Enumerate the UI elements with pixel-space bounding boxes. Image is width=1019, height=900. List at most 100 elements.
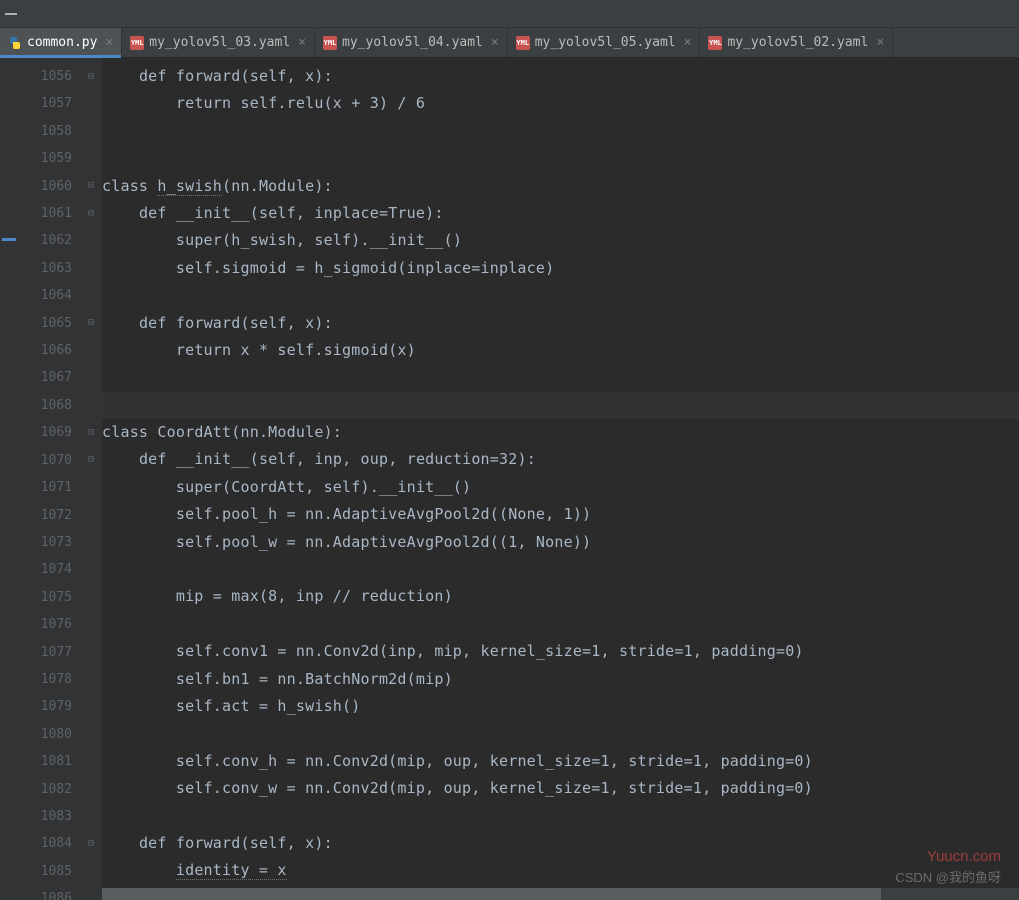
tab-my_yolov5l_05-yaml[interactable]: YML my_yolov5l_05.yaml × (508, 28, 701, 57)
top-toolbar (0, 0, 1019, 28)
fold-toggle-icon[interactable]: ⊟ (86, 181, 96, 191)
line-number-gutter[interactable]: 1056105710581059106010611062106310641065… (22, 58, 82, 900)
line-number: 1064 (22, 282, 72, 309)
close-icon[interactable]: × (684, 35, 692, 50)
tab-my_yolov5l_02-yaml[interactable]: YML my_yolov5l_02.yaml × (700, 28, 893, 57)
code-line[interactable]: def forward(self, x): (102, 830, 1019, 857)
tab-bar: common.py × YML my_yolov5l_03.yaml × YML my_yo… (0, 28, 1019, 58)
line-number: 1085 (22, 858, 72, 885)
fold-toggle-icon[interactable]: ⊟ (86, 427, 96, 437)
fold-toggle-icon[interactable]: ⊟ (86, 838, 96, 848)
line-number: 1074 (22, 556, 72, 583)
line-number: 1060 (22, 173, 72, 200)
line-number: 1057 (22, 90, 72, 117)
code-line[interactable]: identity = x (102, 857, 1019, 884)
tab-label: my_yolov5l_05.yaml (535, 35, 676, 50)
line-number: 1069 (22, 419, 72, 446)
code-line[interactable]: mip = max(8, inp // reduction) (102, 583, 1019, 610)
tab-my_yolov5l_04-yaml[interactable]: YML my_yolov5l_04.yaml × (315, 28, 508, 57)
editor: 1056105710581059106010611062106310641065… (0, 58, 1019, 900)
code-line[interactable]: def forward(self, x): (102, 310, 1019, 337)
code-line[interactable]: self.act = h_swish() (102, 693, 1019, 720)
line-number: 1070 (22, 447, 72, 474)
code-line[interactable]: self.pool_h = nn.AdaptiveAvgPool2d((None… (102, 501, 1019, 528)
code-line[interactable]: def __init__(self, inplace=True): (102, 200, 1019, 227)
code-line[interactable] (102, 392, 1019, 419)
code-line[interactable] (102, 611, 1019, 638)
fold-toggle-icon[interactable]: ⊟ (86, 71, 96, 81)
code-line[interactable]: class h_swish(nn.Module): (102, 173, 1019, 200)
close-icon[interactable]: × (491, 35, 499, 50)
line-number: 1062 (22, 227, 72, 254)
code-line[interactable] (102, 556, 1019, 583)
yaml-file-icon: YML (708, 36, 722, 50)
line-number: 1068 (22, 392, 72, 419)
line-number: 1086 (22, 885, 72, 900)
line-number: 1073 (22, 529, 72, 556)
line-number: 1067 (22, 364, 72, 391)
close-icon[interactable]: × (298, 35, 306, 50)
line-number: 1082 (22, 776, 72, 803)
tab-label: common.py (27, 35, 97, 50)
line-number: 1058 (22, 118, 72, 145)
code-line[interactable]: self.sigmoid = h_sigmoid(inplace=inplace… (102, 255, 1019, 282)
tab-label: my_yolov5l_03.yaml (149, 35, 290, 50)
line-number: 1079 (22, 693, 72, 720)
code-line[interactable]: super(h_swish, self).__init__() (102, 227, 1019, 254)
close-icon[interactable]: × (105, 35, 113, 50)
code-line[interactable] (102, 364, 1019, 391)
code-line[interactable]: self.conv_w = nn.Conv2d(mip, oup, kernel… (102, 775, 1019, 802)
bookmark-marker[interactable] (2, 238, 16, 241)
line-number: 1076 (22, 611, 72, 638)
code-line[interactable]: super(CoordAtt, self).__init__() (102, 474, 1019, 501)
line-number: 1075 (22, 584, 72, 611)
code-line[interactable]: class CoordAtt(nn.Module): (102, 419, 1019, 446)
line-number: 1063 (22, 255, 72, 282)
tab-label: my_yolov5l_02.yaml (727, 35, 868, 50)
line-number: 1066 (22, 337, 72, 364)
ide-root: common.py × YML my_yolov5l_03.yaml × YML my_yo… (0, 0, 1019, 900)
code-line[interactable]: def forward(self, x): (102, 63, 1019, 90)
code-line[interactable]: return self.relu(x + 3) / 6 (102, 90, 1019, 117)
fold-toggle-icon[interactable]: ⊟ (86, 455, 96, 465)
close-icon[interactable]: × (876, 35, 884, 50)
code-line[interactable]: self.pool_w = nn.AdaptiveAvgPool2d((1, N… (102, 529, 1019, 556)
code-line[interactable] (102, 720, 1019, 747)
code-area[interactable]: def forward(self, x): return self.relu(x… (102, 58, 1019, 900)
fold-toggle-icon[interactable]: ⊟ (86, 208, 96, 218)
code-line[interactable]: return x * self.sigmoid(x) (102, 337, 1019, 364)
fold-toggle-icon[interactable]: ⊟ (86, 318, 96, 328)
python-file-icon (8, 36, 22, 50)
code-line[interactable] (102, 145, 1019, 172)
line-number: 1083 (22, 803, 72, 830)
yaml-file-icon: YML (130, 36, 144, 50)
line-number: 1084 (22, 830, 72, 857)
yaml-file-icon: YML (323, 36, 337, 50)
scrollbar-thumb[interactable] (102, 888, 881, 900)
watermark-csdn: CSDN @我的鱼呀 (895, 867, 1001, 886)
marker-column (0, 58, 22, 900)
minimize-icon[interactable] (0, 0, 22, 28)
watermark-yuucn: Yuucn.com (927, 848, 1001, 865)
code-line[interactable]: self.conv1 = nn.Conv2d(inp, mip, kernel_… (102, 638, 1019, 665)
tab-my_yolov5l_03-yaml[interactable]: YML my_yolov5l_03.yaml × (122, 28, 315, 57)
line-number: 1065 (22, 310, 72, 337)
code-line[interactable]: self.bn1 = nn.BatchNorm2d(mip) (102, 666, 1019, 693)
code-line[interactable] (102, 803, 1019, 830)
code-line[interactable] (102, 282, 1019, 309)
line-number: 1072 (22, 502, 72, 529)
fold-column[interactable]: ⊟ ⊟ ⊟ ⊟ ⊟ ⊟ ⊟ (82, 58, 102, 900)
yaml-file-icon: YML (516, 36, 530, 50)
line-number: 1059 (22, 145, 72, 172)
code-line[interactable]: def __init__(self, inp, oup, reduction=3… (102, 446, 1019, 473)
line-number: 1071 (22, 474, 72, 501)
horizontal-scrollbar[interactable] (102, 888, 1019, 900)
tab-label: my_yolov5l_04.yaml (342, 35, 483, 50)
line-number: 1077 (22, 639, 72, 666)
code-line[interactable]: self.conv_h = nn.Conv2d(mip, oup, kernel… (102, 748, 1019, 775)
line-number: 1078 (22, 666, 72, 693)
code-line[interactable] (102, 118, 1019, 145)
line-number: 1081 (22, 748, 72, 775)
tab-common-py[interactable]: common.py × (0, 28, 122, 57)
line-number: 1061 (22, 200, 72, 227)
